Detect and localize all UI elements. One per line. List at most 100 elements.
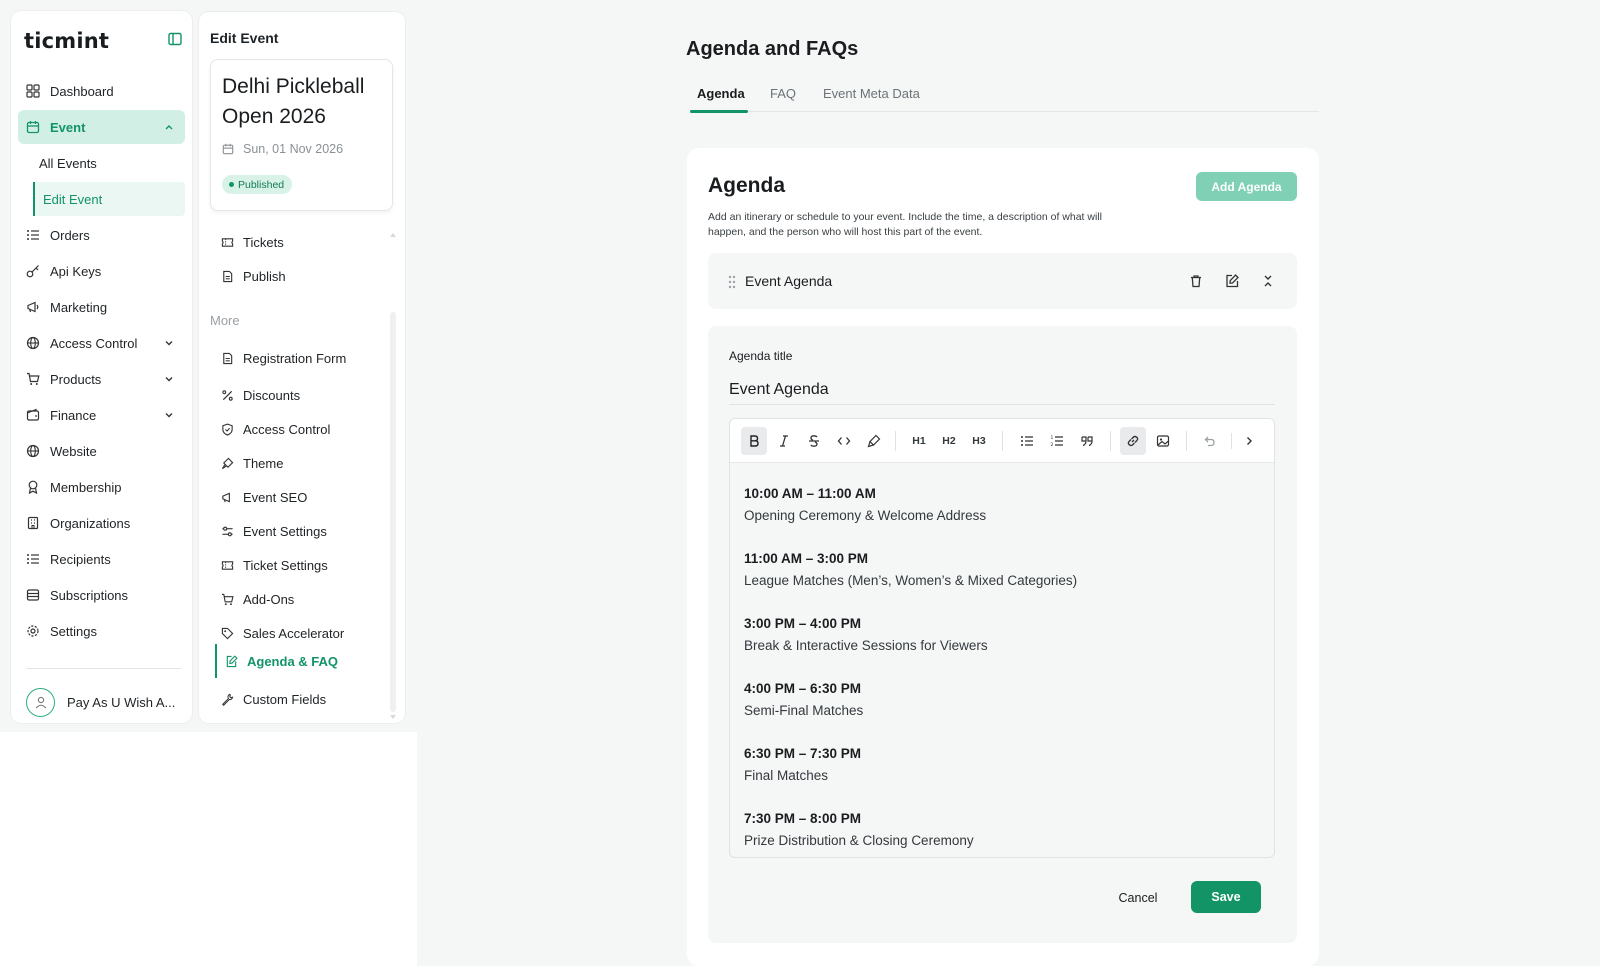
scroll-up-arrow-icon[interactable]: [389, 226, 397, 237]
scroll-down-arrow-icon[interactable]: [389, 708, 397, 719]
sidebar-item-edit-event[interactable]: Edit Event: [33, 182, 185, 216]
rich-text-editor[interactable]: H1 H2 H3 12 10:00 AM – 11:00 AM Opening …: [729, 418, 1275, 858]
sidebar-item-settings[interactable]: Settings: [18, 614, 185, 648]
toolbar-separator: [1186, 431, 1187, 451]
sidebar-item-access-control[interactable]: Access Control: [18, 326, 185, 360]
sidebar-item-marketing[interactable]: Marketing: [18, 290, 185, 324]
add-agenda-button[interactable]: Add Agenda: [1196, 172, 1297, 201]
sidebar-item-label: Subscriptions: [50, 587, 129, 603]
edit-item-discounts[interactable]: Discounts: [221, 384, 300, 406]
sidebar-nav: Dashboard Event All Events Edit Event Or…: [18, 74, 185, 650]
edit-item-agenda-faq[interactable]: Agenda & FAQ: [215, 644, 338, 678]
status-text: Published: [238, 178, 285, 191]
sidebar-item-membership[interactable]: Membership: [18, 470, 185, 504]
edit-item-registration-form[interactable]: Registration Form: [221, 347, 346, 369]
image-icon[interactable]: [1150, 427, 1176, 455]
edit-item-publish[interactable]: Publish: [221, 265, 286, 287]
toolbar-separator: [895, 431, 896, 451]
tab-faq[interactable]: FAQ: [770, 86, 796, 101]
trash-icon[interactable]: [1188, 273, 1204, 289]
sidebar: ticmint Dashboard Event All Events Edit …: [11, 11, 192, 723]
edit-item-label: Agenda & FAQ: [247, 653, 339, 669]
edit-item-theme[interactable]: Theme: [221, 452, 283, 474]
edit-item-label: Tickets: [243, 234, 284, 250]
sidebar-item-orders[interactable]: Orders: [18, 218, 185, 252]
save-button[interactable]: Save: [1191, 881, 1261, 913]
numbered-list-icon[interactable]: 12: [1044, 427, 1070, 455]
sidebar-item-all-events[interactable]: All Events: [18, 146, 185, 180]
agenda-desc: Break & Interactive Sessions for Viewers: [744, 638, 988, 653]
globe-lock-icon: [26, 336, 40, 350]
undo-icon[interactable]: [1196, 427, 1222, 455]
sidebar-item-event[interactable]: Event: [18, 110, 185, 144]
gear-icon: [26, 624, 40, 638]
chevron-right-icon[interactable]: [1236, 427, 1262, 455]
bullet-list-icon[interactable]: [1014, 427, 1040, 455]
edit-item-access-control[interactable]: Access Control: [221, 418, 330, 440]
toolbar-separator: [1110, 431, 1111, 451]
heading-1-icon[interactable]: H1: [906, 427, 932, 455]
agenda-title-input[interactable]: [729, 375, 1275, 405]
edit-item-sales-accelerator[interactable]: Sales Accelerator: [221, 622, 344, 644]
archive-icon: [26, 588, 40, 602]
strikethrough-icon[interactable]: [801, 427, 827, 455]
sidebar-item-label: Membership: [50, 479, 122, 495]
sidebar-item-label: Products: [50, 371, 102, 387]
sidebar-item-subscriptions[interactable]: Subscriptions: [18, 578, 185, 612]
document-icon: [221, 352, 234, 365]
sidebar-item-api-keys[interactable]: Api Keys: [18, 254, 185, 288]
agenda-entry: 4:00 PM – 6:30 PM Semi-Final Matches: [744, 678, 1264, 722]
edit-item-label: Publish: [243, 268, 286, 284]
edit-item-label: Access Control: [243, 421, 331, 437]
agenda-item-row[interactable]: Event Agenda: [708, 253, 1297, 309]
cancel-button[interactable]: Cancel: [1101, 882, 1175, 914]
sidebar-item-website[interactable]: Website: [18, 434, 185, 468]
sidebar-item-products[interactable]: Products: [18, 362, 185, 396]
tab-event-meta-data[interactable]: Event Meta Data: [823, 86, 920, 101]
edit-item-label: Theme: [243, 455, 284, 471]
tab-label: Agenda: [697, 86, 745, 101]
sidebar-toggle-icon[interactable]: [168, 32, 182, 46]
quote-icon[interactable]: [1074, 427, 1100, 455]
edit-item-tickets[interactable]: Tickets: [221, 231, 284, 253]
scrollbar[interactable]: [390, 312, 396, 712]
heading-2-icon[interactable]: H2: [936, 427, 962, 455]
code-icon[interactable]: [831, 427, 857, 455]
agenda-desc: Opening Ceremony & Welcome Address: [744, 508, 987, 523]
italic-icon[interactable]: [771, 427, 797, 455]
edit-item-custom-fields[interactable]: Custom Fields: [221, 688, 326, 710]
percent-icon: [221, 389, 234, 402]
agenda-time: 10:00 AM – 11:00 AM: [744, 486, 876, 501]
sidebar-item-label: Dashboard: [50, 83, 114, 99]
agenda-entry: 11:00 AM – 3:00 PM League Matches (Men’s…: [744, 548, 1264, 592]
status-dot: [229, 182, 234, 187]
shield-icon: [221, 423, 234, 436]
collapse-icon[interactable]: [1260, 273, 1276, 289]
drag-handle-icon[interactable]: [727, 275, 737, 289]
edit-item-label: Ticket Settings: [243, 557, 328, 573]
agenda-desc: Prize Distribution & Closing Ceremony: [744, 833, 974, 848]
tab-agenda[interactable]: Agenda: [697, 86, 745, 101]
editor-content[interactable]: 10:00 AM – 11:00 AM Opening Ceremony & W…: [744, 483, 1264, 857]
sidebar-item-label: Organizations: [50, 515, 131, 531]
heading-3-icon[interactable]: H3: [966, 427, 992, 455]
agenda-description: Add an itinerary or schedule to your eve…: [708, 211, 1102, 238]
edit-item-event-settings[interactable]: Event Settings: [221, 520, 327, 542]
highlighter-icon[interactable]: [861, 427, 887, 455]
edit-item-ticket-settings[interactable]: Ticket Settings: [221, 554, 328, 576]
agenda-entry: 10:00 AM – 11:00 AM Opening Ceremony & W…: [744, 483, 1264, 527]
edit-item-add-ons[interactable]: Add-Ons: [221, 588, 294, 610]
sidebar-item-recipients[interactable]: Recipients: [18, 542, 185, 576]
bold-icon[interactable]: [741, 427, 767, 455]
badge-icon: [26, 480, 40, 494]
sidebar-item-organizations[interactable]: Organizations: [18, 506, 185, 540]
user-profile[interactable]: Pay As U Wish A...: [26, 686, 186, 718]
agenda-entry: 3:00 PM – 4:00 PM Break & Interactive Se…: [744, 613, 1264, 657]
sidebar-item-finance[interactable]: Finance: [18, 398, 185, 432]
edit-icon[interactable]: [1224, 273, 1240, 289]
chevron-down-icon: [163, 337, 175, 349]
link-icon[interactable]: [1120, 427, 1146, 455]
chevron-up-icon: [163, 121, 175, 133]
edit-item-event-seo[interactable]: Event SEO: [221, 486, 307, 508]
sidebar-item-dashboard[interactable]: Dashboard: [18, 74, 185, 108]
